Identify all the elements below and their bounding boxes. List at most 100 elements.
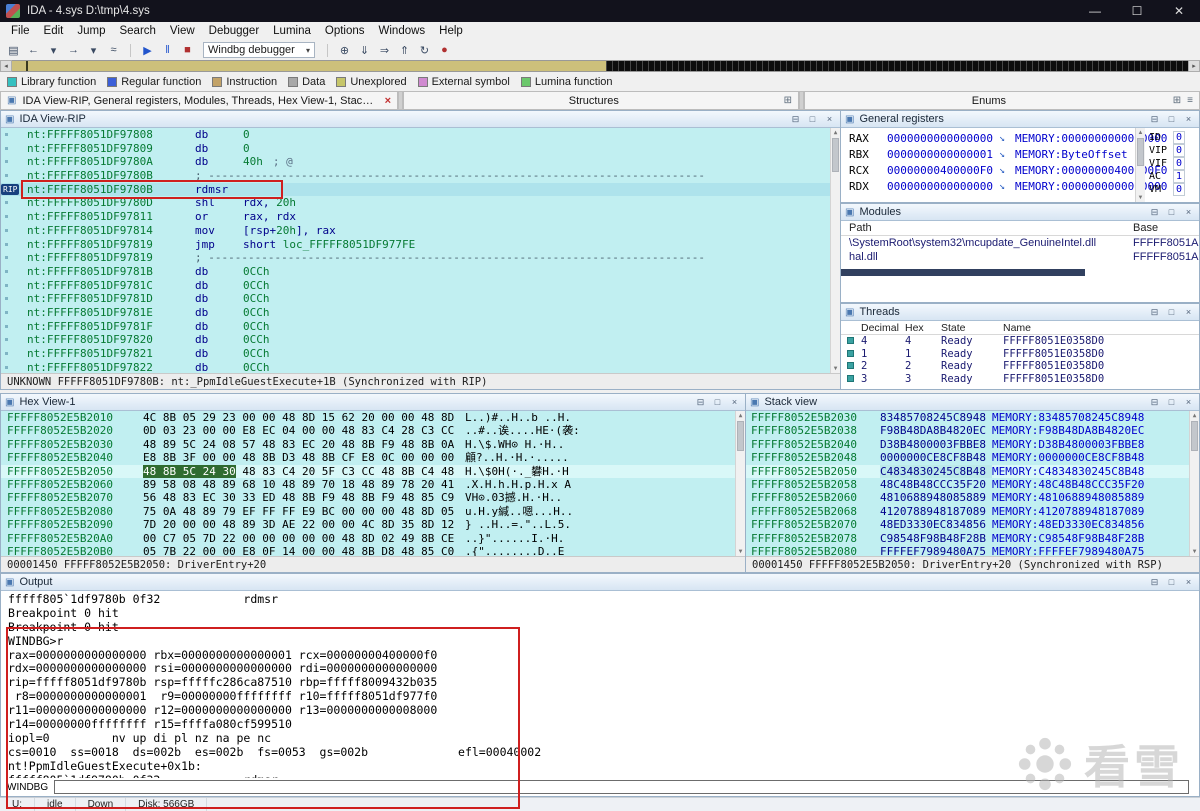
hex-scrollbar[interactable]: ▲ ▼ xyxy=(735,411,745,556)
thread-row[interactable]: 3 3 Ready FFFFF8051E0358D0 xyxy=(841,373,1199,386)
disasm-line[interactable]: nt:FFFFF8051DF9781E db 0CCh xyxy=(1,306,840,320)
registers-scrollbar[interactable]: ▲ ▼ xyxy=(1135,128,1145,202)
panel-dock-icon[interactable]: ⊟ xyxy=(1148,113,1161,126)
column-header-hex[interactable]: Hex xyxy=(905,322,941,334)
memory-link[interactable]: MEMORY:0000000CE8CF8B48 xyxy=(992,451,1144,464)
panel-dock-icon[interactable]: ⊟ xyxy=(1148,396,1161,409)
register-row[interactable]: RCX 00000000400000F0 ↘ MEMORY:0000000040000… xyxy=(841,162,1199,178)
panel-close-icon[interactable]: × xyxy=(1182,576,1195,589)
memory-link[interactable]: MEMORY:4810688948085889 xyxy=(992,491,1144,504)
panel-float-icon[interactable]: □ xyxy=(711,396,724,409)
panel-header[interactable]: ▣ Modules ⊟ □ × xyxy=(841,204,1199,221)
threads-list[interactable]: Decimal Hex State Name 4 4 Ready FFFFF8051E… xyxy=(841,321,1199,389)
column-header-state[interactable]: State xyxy=(941,322,1003,334)
debugger-select[interactable]: Windbg debugger ▾ xyxy=(203,42,315,58)
scroll-up-icon[interactable]: ▲ xyxy=(1136,128,1145,137)
panel-header[interactable]: ▣ Threads ⊟ □ × xyxy=(841,304,1199,321)
column-header-path[interactable]: Path xyxy=(849,222,1133,234)
flag-value[interactable]: 0 xyxy=(1173,131,1185,144)
hex-row[interactable]: FFFFF8052E5B2040 E8 8B 3F 00 00 48 8B D3 … xyxy=(1,451,745,464)
panel-header[interactable]: ▣ Stack view ⊟ □ × xyxy=(746,394,1199,411)
register-row[interactable]: RBX 0000000000000001 ↘ MEMORY:ByteOffset xyxy=(841,146,1199,162)
register-row[interactable]: RAX 0000000000000000 ↘ MEMORY:0000000000000… xyxy=(841,130,1199,146)
hex-row[interactable]: FFFFF8052E5B2010 4C 8B 05 29 23 00 00 48 … xyxy=(1,411,745,424)
stack-row[interactable]: FFFFF8052E5B2078 C98548F98B48F28B MEMORY:C… xyxy=(746,532,1199,545)
menu-search[interactable]: Search xyxy=(112,25,162,37)
pause-process-icon[interactable]: ‖ xyxy=(159,42,176,58)
close-button[interactable]: ✕ xyxy=(1158,0,1200,22)
back-dropdown-icon[interactable]: ▾ xyxy=(45,42,62,58)
panel-dock-icon[interactable]: ⊟ xyxy=(1148,306,1161,319)
panel-float-icon[interactable]: □ xyxy=(1165,113,1178,126)
stack-row[interactable]: FFFFF8052E5B2068 4120788948187089 MEMORY:4… xyxy=(746,505,1199,518)
flag-value[interactable]: 0 xyxy=(1173,157,1185,170)
disasm-line[interactable]: nt:FFFFF8051DF97822 db 0CCh xyxy=(1,361,840,373)
stack-scrollbar[interactable]: ▲ ▼ xyxy=(1189,411,1199,556)
list-icon[interactable]: ≡ xyxy=(1187,95,1193,106)
stack-row[interactable]: FFFFF8052E5B2050 C4834830245C8B48 MEMORY:C… xyxy=(746,464,1199,478)
panel-dock-icon[interactable]: ⊟ xyxy=(789,113,802,126)
hex-dump[interactable]: FFFFF8052E5B2010 4C 8B 05 29 23 00 00 48 … xyxy=(1,411,745,556)
windows-icon[interactable]: ⊞ xyxy=(1173,95,1181,106)
step-over-icon[interactable]: ⇒ xyxy=(376,42,393,58)
panel-float-icon[interactable]: □ xyxy=(1165,396,1178,409)
scroll-up-icon[interactable]: ▲ xyxy=(1190,411,1199,420)
forward-dropdown-icon[interactable]: ▾ xyxy=(85,42,102,58)
run-until-return-icon[interactable]: ⇑ xyxy=(396,42,413,58)
menu-windows[interactable]: Windows xyxy=(372,25,433,37)
breakpoint-icon[interactable]: ● xyxy=(436,42,453,58)
disasm-line[interactable]: nt:FFFFF8051DF97808 db 0 xyxy=(1,128,840,142)
panel-header[interactable]: ▣ IDA View-RIP ⊟ □ × xyxy=(1,111,840,128)
flag-value[interactable]: 0 xyxy=(1173,183,1185,196)
save-icon[interactable]: ▤ xyxy=(5,42,22,58)
memory-link[interactable]: MEMORY:C98548F98B48F28B xyxy=(992,532,1144,545)
navband-right-arrow-icon[interactable]: ▸ xyxy=(1188,60,1200,72)
panel-float-icon[interactable]: □ xyxy=(1165,306,1178,319)
menu-jump[interactable]: Jump xyxy=(70,25,112,37)
scroll-up-icon[interactable]: ▲ xyxy=(736,411,745,420)
disasm-line[interactable]: nt:FFFFF8051DF9781C db 0CCh xyxy=(1,279,840,293)
menu-lumina[interactable]: Lumina xyxy=(266,25,318,37)
back-icon[interactable]: ← xyxy=(25,42,42,58)
attach-icon[interactable]: ⊕ xyxy=(336,42,353,58)
memory-link[interactable]: MEMORY:ByteOffset xyxy=(1015,148,1128,161)
panel-close-icon[interactable]: × xyxy=(1182,306,1195,319)
panel-header[interactable]: ▣ Hex View-1 ⊟ □ × xyxy=(1,394,745,411)
menu-file[interactable]: File xyxy=(4,25,37,37)
panel-float-icon[interactable]: □ xyxy=(1165,206,1178,219)
tab-group-main[interactable]: ▣ IDA View-RIP, General registers, Modul… xyxy=(0,91,398,110)
windbg-command-input[interactable] xyxy=(54,780,1189,794)
hex-row[interactable]: FFFFF8052E5B2060 89 58 08 48 89 68 10 48 … xyxy=(1,478,745,491)
stop-process-icon[interactable]: ■ xyxy=(179,42,196,58)
memory-link[interactable]: MEMORY:FFFFEF7989480A75 xyxy=(992,545,1144,556)
continue-process-icon[interactable]: ▶ xyxy=(139,42,156,58)
panel-close-icon[interactable]: × xyxy=(728,396,741,409)
module-row[interactable]: hal.dll FFFFF8051A xyxy=(841,250,1199,264)
disasm-line[interactable]: nt:FFFFF8051DF9780A db 40h ; @ xyxy=(1,155,840,169)
disasm-line[interactable]: nt:FFFFF8051DF97819 jmp short loc_FFFFF80… xyxy=(1,238,840,252)
hex-row[interactable]: FFFFF8052E5B2090 7D 20 00 00 48 89 3D AE … xyxy=(1,518,745,531)
memory-link[interactable]: MEMORY:83485708245C8948 xyxy=(992,411,1144,424)
panel-float-icon[interactable]: □ xyxy=(806,113,819,126)
memory-link[interactable]: MEMORY:4120788948187089 xyxy=(992,505,1144,518)
disassembly-listing[interactable]: nt:FFFFF8051DF97808 db 0 nt:FFFFF8051DF978… xyxy=(1,128,840,373)
navband-left-arrow-icon[interactable]: ◂ xyxy=(0,60,12,72)
stack-row[interactable]: FFFFF8052E5B2030 83485708245C8948 MEMORY:8… xyxy=(746,411,1199,424)
panel-dock-icon[interactable]: ⊟ xyxy=(1148,206,1161,219)
menu-view[interactable]: View xyxy=(163,25,202,37)
disasm-line[interactable]: nt:FFFFF8051DF97821 db 0CCh xyxy=(1,347,840,361)
menu-options[interactable]: Options xyxy=(318,25,372,37)
registers-list[interactable]: RAX 0000000000000000 ↘ MEMORY:0000000000000… xyxy=(841,128,1199,202)
tab-close-icon[interactable]: × xyxy=(385,95,391,107)
column-header-base[interactable]: Base xyxy=(1133,222,1199,234)
hex-row[interactable]: FFFFF8052E5B20A0 00 C7 05 7D 22 00 00 00 … xyxy=(1,532,745,545)
run-to-cursor-icon[interactable]: ↻ xyxy=(416,42,433,58)
hex-row[interactable]: FFFFF8052E5B2030 48 89 5C 24 08 57 48 83 … xyxy=(1,438,745,451)
stack-row[interactable]: FFFFF8052E5B2048 0000000CE8CF8B48 MEMORY:0… xyxy=(746,451,1199,464)
modules-list[interactable]: Path Base \SystemRoot\system32\mcupdate_… xyxy=(841,221,1199,302)
flag-value[interactable]: 1 xyxy=(1173,170,1185,183)
disasm-line[interactable]: nt:FFFFF8051DF97809 db 0 xyxy=(1,142,840,156)
menu-debugger[interactable]: Debugger xyxy=(202,25,267,37)
disasm-line[interactable]: nt:FFFFF8051DF9781F db 0CCh xyxy=(1,320,840,334)
tab-label-main[interactable]: IDA View-RIP, General registers, Modules… xyxy=(22,95,378,107)
